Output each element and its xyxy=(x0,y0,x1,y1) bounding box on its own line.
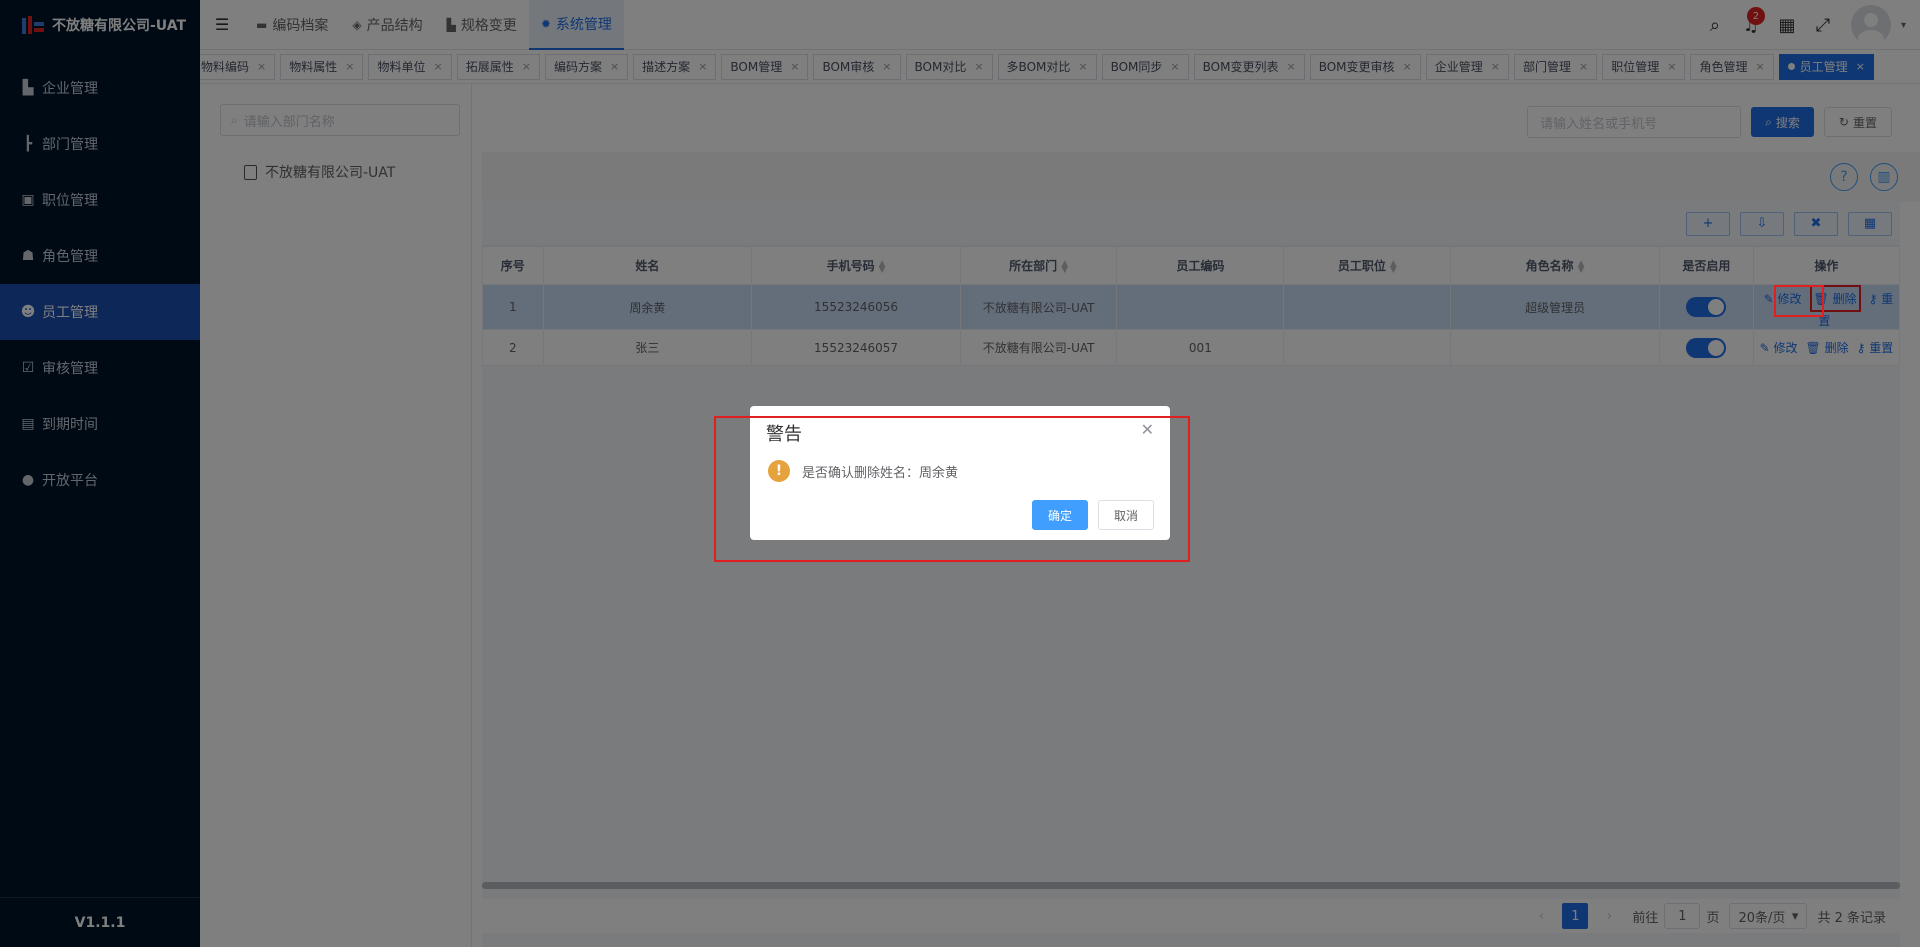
highlight-box-delete xyxy=(1774,285,1824,317)
highlight-box-dialog xyxy=(714,416,1190,562)
